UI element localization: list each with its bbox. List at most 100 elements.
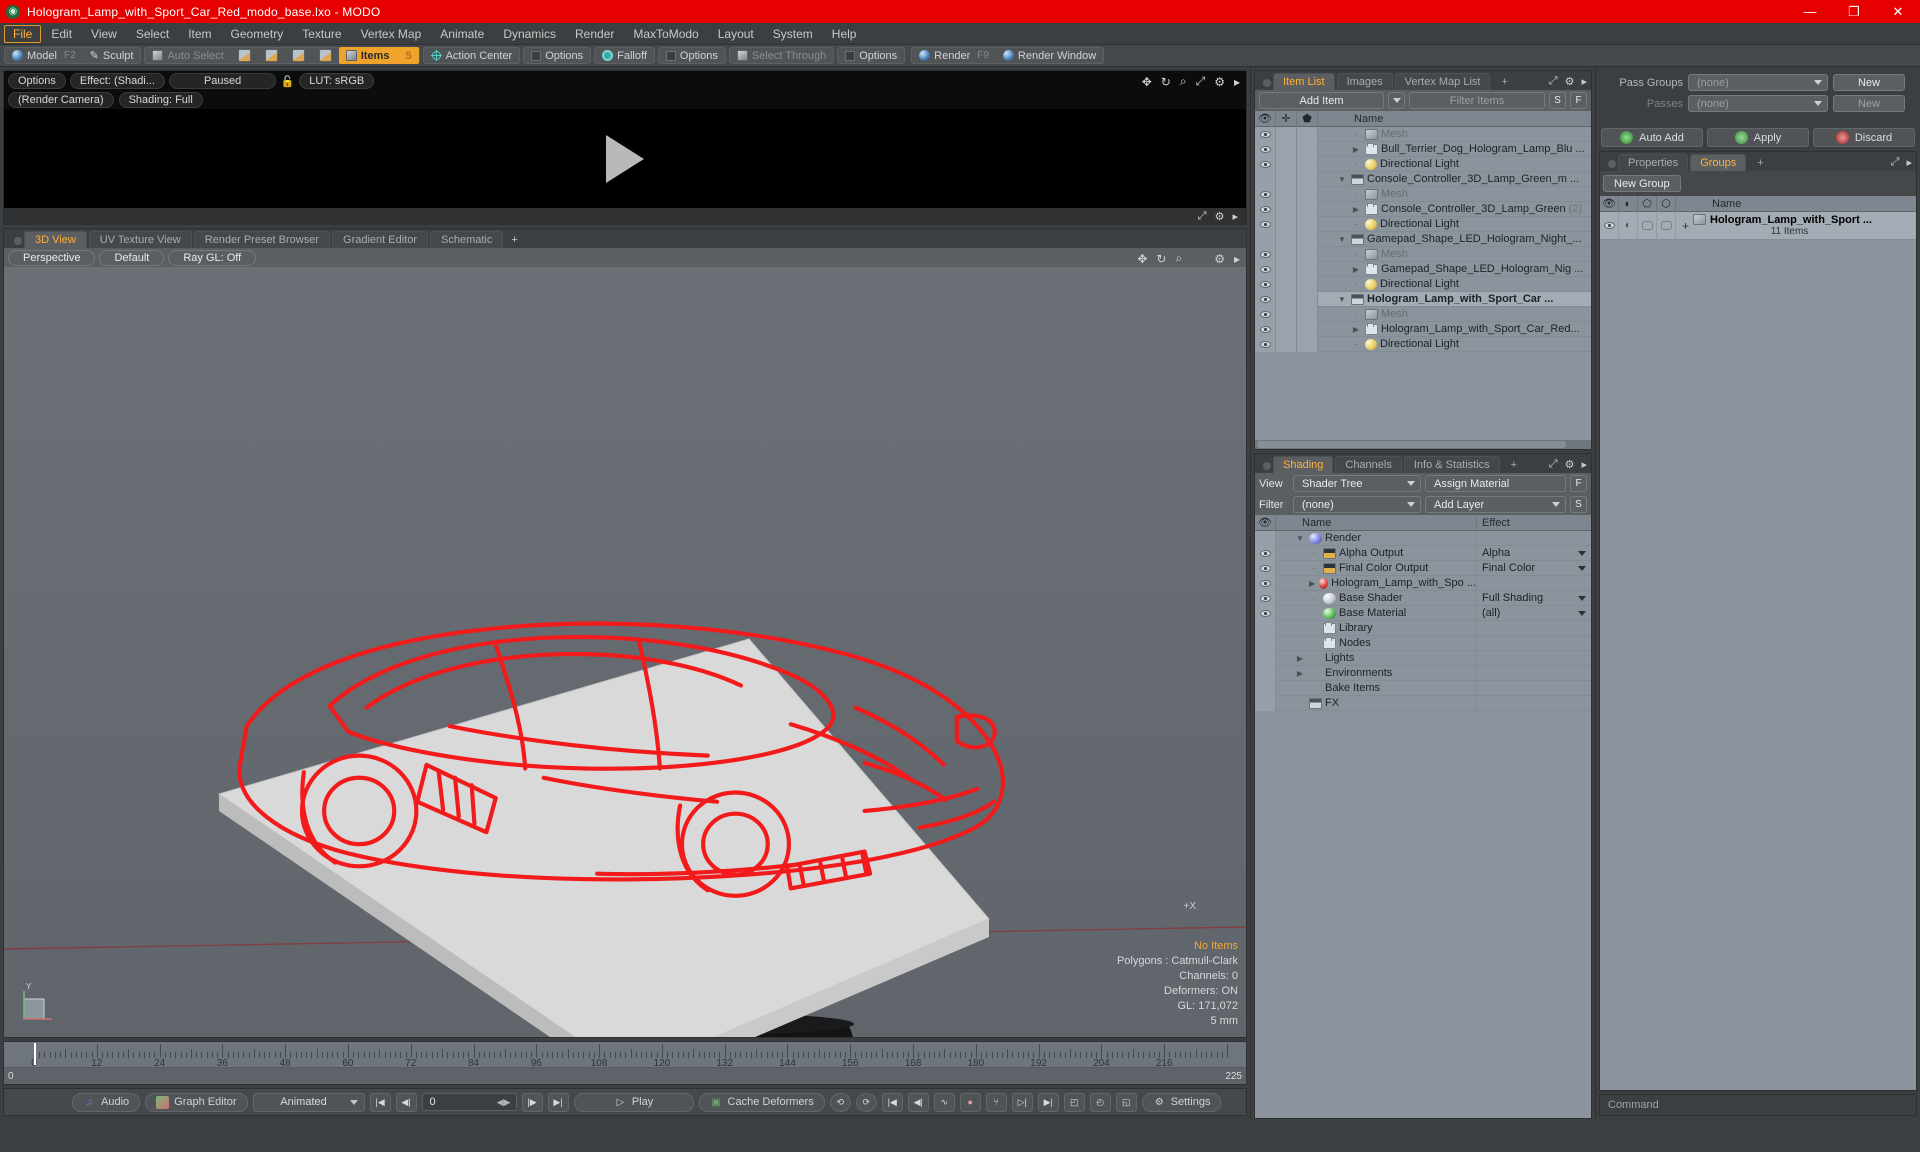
falloff-button[interactable]: Falloff <box>595 48 654 63</box>
passes-row[interactable]: Passes (none) New <box>1605 95 1911 112</box>
edge-mode-button[interactable] <box>258 48 285 63</box>
menu-maxtomodo[interactable]: MaxToModo <box>624 25 707 43</box>
visibility-toggle-icon[interactable] <box>1255 202 1276 217</box>
render-preview-canvas[interactable] <box>4 109 1246 208</box>
tree-row-cell[interactable] <box>1297 337 1318 352</box>
menu-file[interactable]: File <box>4 25 41 43</box>
render-status-button[interactable]: Paused <box>169 73 276 89</box>
render-shading-button[interactable]: Shading: Full <box>119 92 203 108</box>
assign-material-button[interactable]: Assign Material <box>1425 475 1566 492</box>
menu-animate[interactable]: Animate <box>431 25 493 43</box>
tree-twisty-icon[interactable]: · <box>1350 340 1362 349</box>
play-triangle-icon[interactable] <box>606 135 644 183</box>
visibility-toggle-icon[interactable] <box>1255 157 1276 172</box>
visibility-toggle-icon[interactable] <box>1255 217 1276 232</box>
polygon-mode-button[interactable] <box>285 48 312 63</box>
minimize-button[interactable]: — <box>1788 0 1832 23</box>
tree-row[interactable]: ▶Lights <box>1255 651 1591 666</box>
shading-tabs[interactable]: Shading Channels Info & Statistics + ⤢ ⚙… <box>1255 454 1591 473</box>
visibility-toggle-icon[interactable] <box>1255 621 1276 636</box>
snap-c-button[interactable]: ◱ <box>1116 1093 1137 1112</box>
visibility-toggle-icon[interactable] <box>1600 212 1619 240</box>
item-list-chevron-icon[interactable]: ▸ <box>1581 75 1587 88</box>
viewport-shading-button[interactable]: Default <box>99 250 164 266</box>
falloff-options-group[interactable]: Options <box>658 47 726 64</box>
col-wire-icon[interactable]: ⬟ <box>1297 111 1318 127</box>
go-to-start-button[interactable]: |◀ <box>370 1093 391 1112</box>
tree-row-cell[interactable] <box>1276 337 1297 352</box>
chevron-right-icon[interactable]: ▸ <box>1234 75 1240 89</box>
passes-panel[interactable]: Pass Groups (none) New Passes (none) New <box>1599 70 1917 128</box>
tree-row[interactable]: ▼Console_Controller_3D_Lamp_Green_m ... <box>1255 172 1591 187</box>
play-button[interactable]: ▷ Play <box>574 1093 694 1112</box>
add-tab-button[interactable]: + <box>505 232 523 248</box>
effect-select[interactable]: Alpha <box>1476 546 1591 561</box>
menu-dynamics[interactable]: Dynamics <box>494 25 565 43</box>
tree-row-cell[interactable] <box>1297 172 1318 187</box>
tree-twisty-icon[interactable]: ▶ <box>1350 325 1362 334</box>
item-list-gear-icon[interactable]: ⚙ <box>1565 75 1575 88</box>
step-forward-button[interactable]: |▶ <box>522 1093 543 1112</box>
tab-channels[interactable]: Channels <box>1335 456 1401 473</box>
effect-select[interactable]: Full Shading <box>1476 591 1591 606</box>
step-fwd-button[interactable]: ▷| <box>1012 1093 1033 1112</box>
visibility-toggle-icon[interactable] <box>1255 247 1276 262</box>
mesh-toggle-icon[interactable] <box>1638 212 1657 240</box>
tree-row[interactable]: ·Base Material(all) <box>1255 606 1591 621</box>
tree-row[interactable]: ·Directional Light <box>1255 217 1591 232</box>
shader-filter-select[interactable]: (none) <box>1293 496 1421 513</box>
tree-row-cell[interactable] <box>1276 142 1297 157</box>
audio-button[interactable]: ♫ Audio <box>72 1093 140 1112</box>
tree-twisty-icon[interactable]: · <box>1350 220 1362 229</box>
command-bar[interactable]: Command <box>1599 1094 1917 1116</box>
shading-f-button[interactable]: F <box>1570 475 1587 492</box>
tab-3d-view[interactable]: 3D View <box>24 231 87 248</box>
shading-view-row[interactable]: View Shader Tree Assign Material F <box>1255 473 1591 494</box>
tree-twisty-icon[interactable]: · <box>1350 280 1362 289</box>
main-toolbar[interactable]: Model F2 ✎ Sculpt Auto Select Items 5 Ac… <box>0 45 1920 67</box>
visibility-toggle-icon[interactable] <box>1255 172 1276 187</box>
tree-row[interactable]: ·Alpha OutputAlpha <box>1255 546 1591 561</box>
effect-select[interactable] <box>1476 621 1591 636</box>
viewport-3d-canvas[interactable]: +X Y No Items Polygons : Catmull-Clark C… <box>4 267 1246 1037</box>
effect-select[interactable]: Final Color <box>1476 561 1591 576</box>
groups-tree[interactable]: ◐+Hologram_Lamp_with_Sport ...11 Items <box>1600 212 1916 1090</box>
groups-panel-icons[interactable]: ⤢ ▸ <box>1891 156 1912 169</box>
shading-chevron-icon[interactable]: ▸ <box>1581 458 1587 471</box>
tree-twisty-icon[interactable]: ▶ <box>1294 654 1306 663</box>
filter-items-input[interactable]: Filter Items <box>1409 92 1545 109</box>
tree-twisty-icon[interactable]: · <box>1350 130 1362 139</box>
tree-row-cell[interactable] <box>1297 157 1318 172</box>
render-window-button[interactable]: Render Window <box>996 48 1103 63</box>
tree-row-cell[interactable] <box>1297 292 1318 307</box>
passes-action-row[interactable]: Auto Add Apply Discard <box>1596 128 1920 151</box>
render-preview-toolbar[interactable]: Options Effect: (Shadi... Paused 🔓 LUT: … <box>4 71 1246 91</box>
tree-row[interactable]: ▶Hologram_Lamp_with_Spo ... <box>1255 576 1591 591</box>
item-list-controls[interactable]: Add Item Filter Items S F <box>1255 90 1591 111</box>
close-button[interactable]: ✕ <box>1876 0 1920 23</box>
visibility-toggle-icon[interactable] <box>1255 576 1276 591</box>
step-back-button[interactable]: ◀| <box>396 1093 417 1112</box>
action-center-button[interactable]: Action Center <box>424 48 520 63</box>
item-list-f-button[interactable]: F <box>1570 92 1587 109</box>
gear-icon[interactable]: ⚙ <box>1214 75 1225 89</box>
tab-gradient-editor[interactable]: Gradient Editor <box>332 231 428 248</box>
falloff-options-button[interactable]: Options <box>659 48 725 63</box>
render-effect-button[interactable]: Effect: (Shadi... <box>70 73 165 89</box>
visibility-toggle-icon[interactable] <box>1255 531 1276 546</box>
tree-row[interactable]: ·Directional Light <box>1255 277 1591 292</box>
tab-info-statistics[interactable]: Info & Statistics <box>1404 456 1500 473</box>
item-list-panel-icons[interactable]: ⤢ ⚙ ▸ <box>1549 75 1587 88</box>
visibility-toggle-icon[interactable] <box>1255 636 1276 651</box>
snap-b-button[interactable]: ◴ <box>1090 1093 1111 1112</box>
tab-groups[interactable]: Groups <box>1690 154 1746 171</box>
render-preview-footer[interactable]: ⤢ ⚙ ▸ <box>4 208 1246 224</box>
render-chevron-icon[interactable]: ▸ <box>1232 210 1238 223</box>
effect-select[interactable] <box>1476 681 1591 696</box>
tree-row-cell[interactable] <box>1297 127 1318 142</box>
menu-help[interactable]: Help <box>823 25 866 43</box>
tree-row-cell[interactable] <box>1276 217 1297 232</box>
visibility-toggle-icon[interactable] <box>1255 681 1276 696</box>
render-viewport-icons[interactable]: ✥ ↻ ⌕ ⤢ ⚙ ▸ <box>1142 74 1240 89</box>
render-button[interactable]: Render F9 <box>912 48 996 63</box>
